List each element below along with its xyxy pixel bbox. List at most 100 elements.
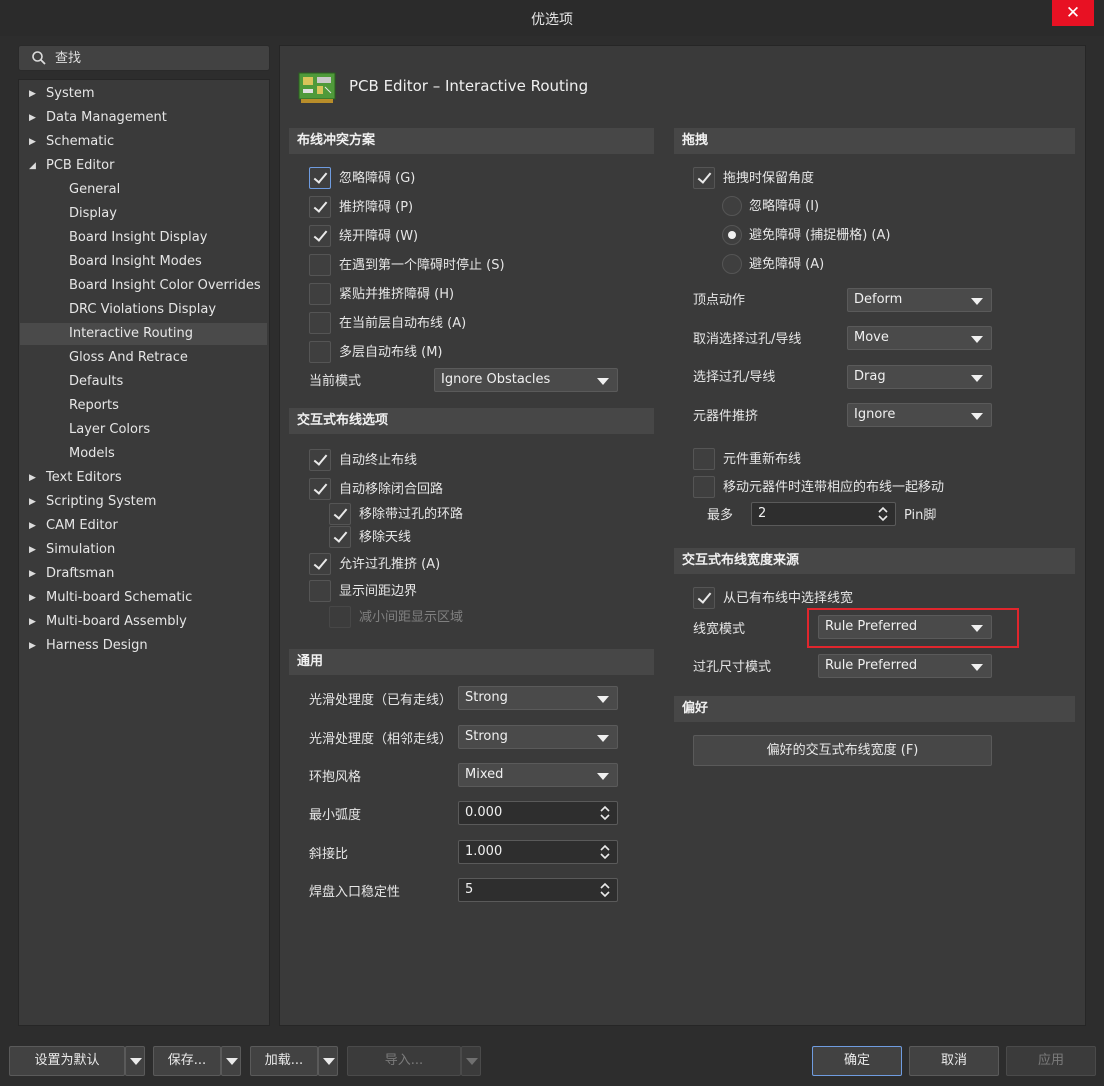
hug-style-dropdown[interactable]: Mixed <box>458 763 618 787</box>
chevron-right-icon[interactable]: ▶ <box>29 539 41 561</box>
checkbox-reduce-clearance[interactable] <box>329 606 351 628</box>
sidebar-item-multi-board-schematic[interactable]: ▶ Multi-board Schematic <box>29 587 192 609</box>
import-menu-icon[interactable] <box>461 1046 481 1076</box>
checkbox-auto-remove-loops[interactable] <box>309 478 331 500</box>
sidebar-item-harness-design[interactable]: ▶ Harness Design <box>29 635 148 657</box>
sidebar-item-data-management[interactable]: ▶ Data Management <box>29 107 167 129</box>
checkbox-walkaround-obstacles[interactable] <box>309 225 331 247</box>
save-button[interactable]: 保存... <box>153 1046 221 1076</box>
sidebar-item-text-editors[interactable]: ▶ Text Editors <box>29 467 122 489</box>
save-menu-icon[interactable] <box>221 1046 241 1076</box>
load-menu-icon[interactable] <box>318 1046 338 1076</box>
sidebar-item-defaults[interactable]: Defaults <box>20 371 267 393</box>
sidebar-item-interactive-routing[interactable]: Interactive Routing <box>20 323 267 345</box>
favorite-widths-button[interactable]: 偏好的交互式布线宽度 (F) <box>693 735 992 766</box>
sidebar-item-multi-board-assembly[interactable]: ▶ Multi-board Assembly <box>29 611 187 633</box>
current-mode-dropdown[interactable]: Ignore Obstacles <box>434 368 618 392</box>
label-show-clearance: 显示间距边界 <box>339 584 418 599</box>
via-size-mode-dropdown[interactable]: Rule Preferred <box>818 654 992 678</box>
sidebar-item-display[interactable]: Display <box>20 203 267 225</box>
chevron-down-icon <box>971 664 983 671</box>
sidebar-item-pcb-editor[interactable]: ◢ PCB Editor <box>29 155 114 177</box>
chevron-right-icon[interactable]: ▶ <box>29 83 41 105</box>
checkbox-remove-via-loops[interactable] <box>329 503 351 525</box>
chevron-right-icon[interactable]: ▶ <box>29 587 41 609</box>
ok-button[interactable]: 确定 <box>812 1046 902 1076</box>
chevron-right-icon[interactable]: ▶ <box>29 563 41 585</box>
sidebar-item-schematic[interactable]: ▶ Schematic <box>29 131 114 153</box>
component-push-dropdown[interactable]: Ignore <box>847 403 992 427</box>
spinner-arrows-icon[interactable] <box>599 804 611 822</box>
sidebar-item-gloss-and-retrace[interactable]: Gloss And Retrace <box>20 347 267 369</box>
sidebar-item-layer-colors[interactable]: Layer Colors <box>20 419 267 441</box>
chevron-right-icon[interactable]: ▶ <box>29 611 41 633</box>
sidebar-item-cam-editor[interactable]: ▶ CAM Editor <box>29 515 118 537</box>
label-drag-avoid: 避免障碍 (A) <box>749 257 825 272</box>
checkbox-stop-at-first[interactable] <box>309 254 331 276</box>
radio-drag-avoid-snap[interactable] <box>722 225 742 245</box>
smooth-existing-value: Strong <box>465 690 508 705</box>
checkbox-autoroute-multilayer[interactable] <box>309 341 331 363</box>
label-push-obstacles: 推挤障碍 (P) <box>339 200 414 215</box>
sidebar-item-board-insight-color-overrides[interactable]: Board Insight Color Overrides <box>20 275 267 297</box>
label-smooth-existing: 光滑处理度（已有走线） <box>309 693 453 708</box>
checkbox-auto-terminate[interactable] <box>309 449 331 471</box>
sidebar-item-models[interactable]: Models <box>20 443 267 465</box>
checkbox-push-obstacles[interactable] <box>309 196 331 218</box>
close-button[interactable]: ✕ <box>1052 0 1094 26</box>
sidebar-item-label: CAM Editor <box>46 518 118 533</box>
search-box[interactable] <box>18 45 270 71</box>
spinner-arrows-icon[interactable] <box>877 505 889 523</box>
checkbox-hug-and-push[interactable] <box>309 283 331 305</box>
chevron-right-icon[interactable]: ▶ <box>29 107 41 129</box>
vertex-action-dropdown[interactable]: Deform <box>847 288 992 312</box>
unselected-via-track-dropdown[interactable]: Move <box>847 326 992 350</box>
sidebar-item-simulation[interactable]: ▶ Simulation <box>29 539 115 561</box>
import-button[interactable]: 导入... <box>347 1046 461 1076</box>
checkbox-pick-existing-width[interactable] <box>693 587 715 609</box>
sidebar-item-label: Draftsman <box>46 566 115 581</box>
checkbox-remove-antennas[interactable] <box>329 526 351 548</box>
chevron-down-icon[interactable]: ◢ <box>29 155 41 177</box>
load-button[interactable]: 加载... <box>250 1046 318 1076</box>
pad-entry-spinbox[interactable]: 5 <box>458 878 618 902</box>
chevron-right-icon[interactable]: ▶ <box>29 491 41 513</box>
chevron-down-icon <box>971 375 983 382</box>
radio-drag-ignore[interactable] <box>722 196 742 216</box>
checkbox-move-with-tracks[interactable] <box>693 476 715 498</box>
search-input[interactable] <box>55 49 255 67</box>
checkbox-preserve-angle[interactable] <box>693 167 715 189</box>
smooth-existing-dropdown[interactable]: Strong <box>458 686 618 710</box>
set-default-button[interactable]: 设置为默认 <box>9 1046 125 1076</box>
sidebar-item-board-insight-display[interactable]: Board Insight Display <box>20 227 267 249</box>
sidebar-item-label: Scripting System <box>46 494 157 509</box>
radio-drag-avoid[interactable] <box>722 254 742 274</box>
checkbox-allow-via-push[interactable] <box>309 553 331 575</box>
sidebar-item-scripting-system[interactable]: ▶ Scripting System <box>29 491 157 513</box>
max-pins-spinbox[interactable]: 2 <box>751 502 896 526</box>
miter-spinbox[interactable]: 1.000 <box>458 840 618 864</box>
apply-button[interactable]: 应用 <box>1006 1046 1096 1076</box>
sidebar-item-reports[interactable]: Reports <box>20 395 267 417</box>
sidebar-item-system[interactable]: ▶ System <box>29 83 94 105</box>
set-default-menu-icon[interactable] <box>125 1046 145 1076</box>
spinner-arrows-icon[interactable] <box>599 881 611 899</box>
spinner-arrows-icon[interactable] <box>599 843 611 861</box>
checkbox-autoroute-current-layer[interactable] <box>309 312 331 334</box>
chevron-right-icon[interactable]: ▶ <box>29 635 41 657</box>
chevron-right-icon[interactable]: ▶ <box>29 467 41 489</box>
cancel-button[interactable]: 取消 <box>909 1046 999 1076</box>
checkbox-ignore-obstacles[interactable] <box>309 167 331 189</box>
checkbox-component-reroute[interactable] <box>693 448 715 470</box>
checkbox-show-clearance[interactable] <box>309 580 331 602</box>
chevron-right-icon[interactable]: ▶ <box>29 131 41 153</box>
smooth-adjacent-dropdown[interactable]: Strong <box>458 725 618 749</box>
selected-via-track-dropdown[interactable]: Drag <box>847 365 992 389</box>
sidebar-item-label: Display <box>69 206 117 221</box>
sidebar-item-drc-violations-display[interactable]: DRC Violations Display <box>20 299 267 321</box>
sidebar-item-draftsman[interactable]: ▶ Draftsman <box>29 563 115 585</box>
min-arc-spinbox[interactable]: 0.000 <box>458 801 618 825</box>
chevron-right-icon[interactable]: ▶ <box>29 515 41 537</box>
sidebar-item-general[interactable]: General <box>20 179 267 201</box>
sidebar-item-board-insight-modes[interactable]: Board Insight Modes <box>20 251 267 273</box>
